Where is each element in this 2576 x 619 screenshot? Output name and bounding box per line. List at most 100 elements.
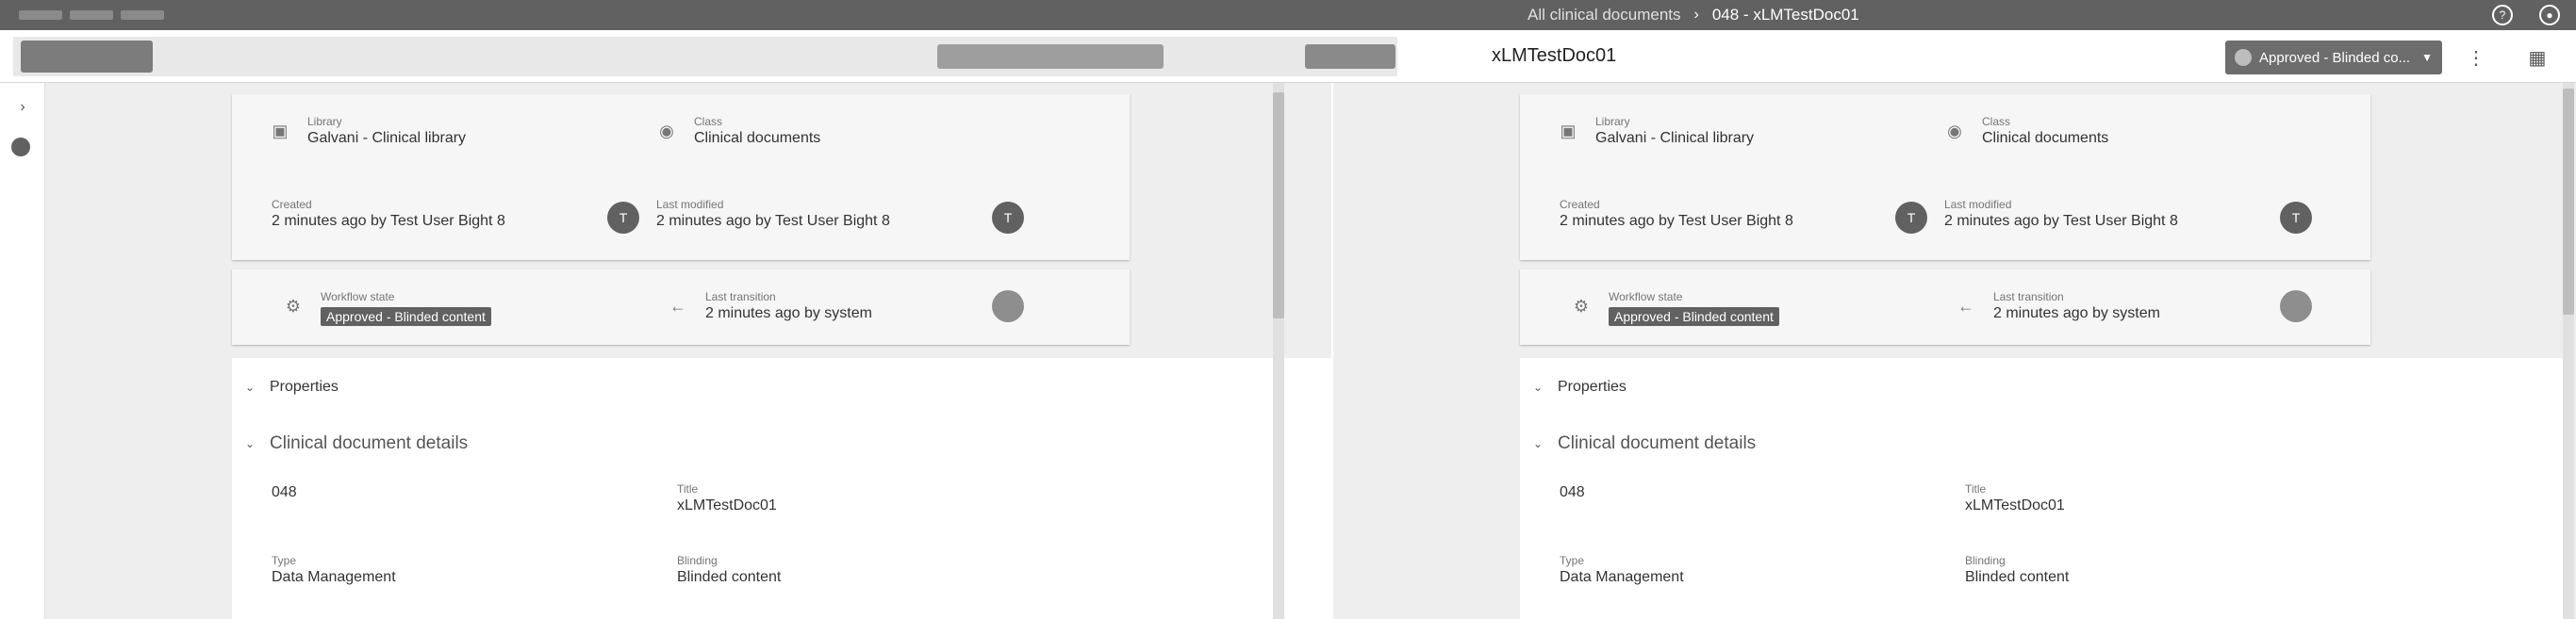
number-field: 048 xyxy=(1560,482,1585,501)
number-field: 048 xyxy=(272,482,297,501)
right-scrollbar-thumb[interactable] xyxy=(2563,89,2574,315)
top-bar: All clinical documents › 048 - xLMTestDo… xyxy=(0,0,2576,30)
last-transition-field: ← Last transition 2 minutes ago by syste… xyxy=(1957,290,2160,322)
status-dropdown[interactable]: Approved - Blinded co... ▼ xyxy=(2225,41,2442,74)
workflow-field: ⚙ Workflow state Approved - Blinded cont… xyxy=(1574,290,1779,326)
workflow-icon xyxy=(2235,49,2252,66)
left-status-chip[interactable] xyxy=(937,44,1164,69)
blinding-value: Blinded content xyxy=(677,569,782,585)
last-modified-value: 2 minutes ago by Test User Bight 8 xyxy=(656,213,890,229)
class-field: ◉ Class Clinical documents xyxy=(659,115,821,147)
workflow-card: ⚙ Workflow state Approved - Blinded cont… xyxy=(1520,269,2370,345)
number-value: 048 xyxy=(1560,484,1585,500)
title-value: xLMTestDoc01 xyxy=(1965,497,2065,513)
properties-area xyxy=(232,358,1331,619)
library-field: ▣ Library Galvani - Clinical library xyxy=(1560,115,1754,147)
avatar: T xyxy=(2280,202,2312,234)
document-toolbar xyxy=(0,30,2576,83)
app-tab[interactable] xyxy=(121,10,164,20)
blinding-field: Blinding Blinded content xyxy=(1965,554,2069,586)
arrow-left-icon: ← xyxy=(669,296,686,316)
properties-label: Properties xyxy=(270,379,339,395)
library-field: ▣ Library Galvani - Clinical library xyxy=(272,115,466,147)
chevron-right-icon: › xyxy=(1693,7,1699,23)
info-icon[interactable] xyxy=(11,138,30,156)
chevron-down-icon: ⌄ xyxy=(244,381,256,394)
library-icon: ▣ xyxy=(272,121,289,140)
title-value: xLMTestDoc01 xyxy=(677,497,777,513)
type-field: Type Data Management xyxy=(1560,554,1684,586)
last-modified-label: Last modified xyxy=(1944,198,2012,211)
left-document-chip[interactable] xyxy=(21,41,153,73)
last-transition-label: Last transition xyxy=(1993,290,2064,303)
title-field: Title xLMTestDoc01 xyxy=(677,482,777,514)
workflow-label: Workflow state xyxy=(1609,290,1683,303)
chevron-down-icon: ⌄ xyxy=(1532,381,1544,394)
created-label: Created xyxy=(272,198,312,211)
created-field: Created 2 minutes ago by Test User Bight… xyxy=(1560,198,1793,230)
library-label: Library xyxy=(307,115,342,128)
clinical-details-header[interactable]: ⌄ Clinical document details xyxy=(1531,433,1756,454)
class-value: Clinical documents xyxy=(694,130,821,146)
last-transition-label: Last transition xyxy=(705,290,776,303)
clinical-details-label: Clinical document details xyxy=(270,433,469,453)
workflow-field: ⚙ Workflow state Approved - Blinded cont… xyxy=(286,290,491,326)
last-modified-field: Last modified 2 minutes ago by Test User… xyxy=(1944,198,2178,230)
blinding-label: Blinding xyxy=(677,554,718,567)
class-label: Class xyxy=(694,115,723,128)
left-rail: › xyxy=(0,83,45,619)
right-document-panel: ▣ Library Galvani - Clinical library ◉ C… xyxy=(1333,83,2563,619)
last-modified-value: 2 minutes ago by Test User Bight 8 xyxy=(1944,213,2178,229)
last-transition-value: 2 minutes ago by system xyxy=(1993,305,2160,321)
last-modified-label: Last modified xyxy=(656,198,724,211)
left-action-chip[interactable] xyxy=(1305,44,1395,69)
chevron-down-icon: ⌄ xyxy=(1532,437,1544,450)
last-modified-field: Last modified 2 minutes ago by Test User… xyxy=(656,198,890,230)
workflow-label: Workflow state xyxy=(321,290,395,303)
last-transition-field: ← Last transition 2 minutes ago by syste… xyxy=(669,290,872,322)
created-label: Created xyxy=(1560,198,1600,211)
metadata-card: ▣ Library Galvani - Clinical library ◉ C… xyxy=(1520,94,2370,260)
workflow-state-chip[interactable]: Approved - Blinded content xyxy=(1609,307,1779,326)
library-label: Library xyxy=(1595,115,1630,128)
number-value: 048 xyxy=(272,484,297,500)
properties-section-header[interactable]: ⌄ Properties xyxy=(1531,379,1627,396)
library-value[interactable]: Galvani - Clinical library xyxy=(1595,130,1754,147)
top-bar-left-tabs xyxy=(19,7,164,24)
type-field: Type Data Management xyxy=(272,554,396,586)
avatar: T xyxy=(1895,202,1927,234)
created-field: Created 2 minutes ago by Test User Bight… xyxy=(272,198,505,230)
avatar: T xyxy=(992,202,1024,234)
arrow-left-icon: ← xyxy=(1957,296,1974,316)
workflow-state-chip[interactable]: Approved - Blinded content xyxy=(321,307,491,326)
type-value: Data Management xyxy=(272,569,396,585)
chevron-down-icon: ▼ xyxy=(2421,51,2433,64)
left-document-header xyxy=(13,37,1397,76)
expand-icon[interactable]: › xyxy=(11,96,34,119)
more-vert-icon[interactable]: ⋮ xyxy=(2464,45,2488,70)
metadata-card: ▣ Library Galvani - Clinical library ◉ C… xyxy=(232,94,1130,260)
left-scrollbar-thumb[interactable] xyxy=(1273,92,1284,318)
title-label: Title xyxy=(677,482,699,496)
class-label: Class xyxy=(1982,115,2011,128)
app-tab[interactable] xyxy=(19,10,62,20)
workflow-icon: ⚙ xyxy=(1573,296,1590,316)
workflow-icon: ⚙ xyxy=(285,296,302,316)
app-tab[interactable] xyxy=(70,10,113,20)
avatar: T xyxy=(607,202,639,234)
last-transition-value: 2 minutes ago by system xyxy=(705,305,872,321)
user-icon[interactable]: ● xyxy=(2539,5,2560,25)
created-value: 2 minutes ago by Test User Bight 8 xyxy=(1560,213,1793,229)
breadcrumb-item-all-documents[interactable]: All clinical documents xyxy=(1527,6,1681,24)
compare-view-icon[interactable]: ▦ xyxy=(2525,45,2550,70)
library-value[interactable]: Galvani - Clinical library xyxy=(307,130,466,147)
help-icon[interactable]: ? xyxy=(2492,5,2513,25)
status-label: Approved - Blinded co... xyxy=(2259,49,2411,66)
breadcrumb: All clinical documents › 048 - xLMTestDo… xyxy=(1527,0,1859,30)
class-icon: ◉ xyxy=(659,121,674,140)
title-field: Title xLMTestDoc01 xyxy=(1965,482,2065,514)
clinical-details-header[interactable]: ⌄ Clinical document details xyxy=(243,433,468,454)
properties-section-header[interactable]: ⌄ Properties xyxy=(243,379,339,396)
blinding-field: Blinding Blinded content xyxy=(677,554,781,586)
created-value: 2 minutes ago by Test User Bight 8 xyxy=(272,213,505,229)
